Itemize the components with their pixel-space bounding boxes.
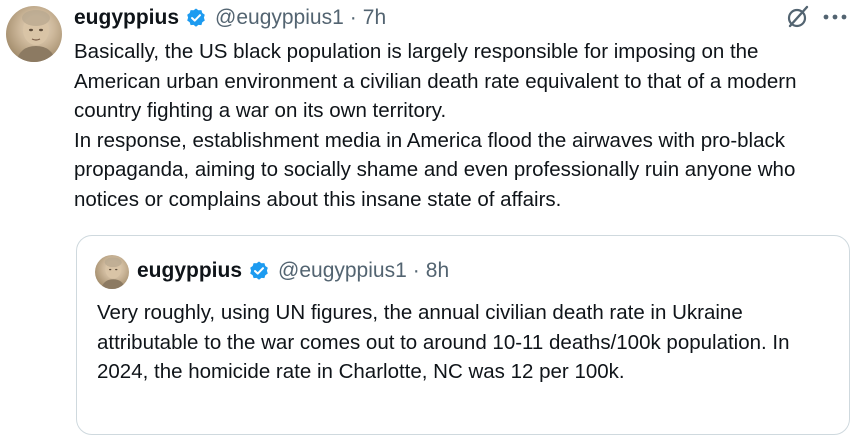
timestamp[interactable]: 7h (363, 6, 386, 30)
quoted-author-name[interactable]: eugyppius (137, 259, 242, 283)
quoted-timestamp[interactable]: 8h (426, 259, 449, 283)
separator-dot: · (349, 6, 357, 29)
tweet-text: Basically, the US black population is la… (74, 40, 797, 211)
quoted-tweet[interactable]: eugyppius @eugyppius1 · 8h Very roughly,… (76, 235, 850, 435)
tweet-actions (786, 4, 848, 30)
author-name[interactable]: eugyppius (74, 6, 179, 30)
verified-badge-icon (248, 260, 270, 282)
quoted-tweet-header: eugyppius @eugyppius1 · 8h (137, 256, 449, 286)
tweet[interactable]: eugyppius @eugyppius1 · 7h Basically, th (0, 0, 858, 444)
separator-dot: · (412, 259, 420, 282)
author-handle[interactable]: @eugyppius1 (215, 6, 344, 30)
quoted-avatar[interactable] (95, 255, 129, 289)
grok-icon[interactable] (786, 4, 810, 30)
quoted-author-handle[interactable]: @eugyppius1 (278, 259, 407, 283)
verified-badge-icon (185, 7, 207, 29)
quoted-tweet-text: Very roughly, using UN figures, the annu… (97, 301, 796, 383)
avatar[interactable] (6, 6, 62, 62)
tweet-header: eugyppius @eugyppius1 · 7h (74, 3, 386, 33)
more-icon[interactable] (822, 4, 848, 30)
